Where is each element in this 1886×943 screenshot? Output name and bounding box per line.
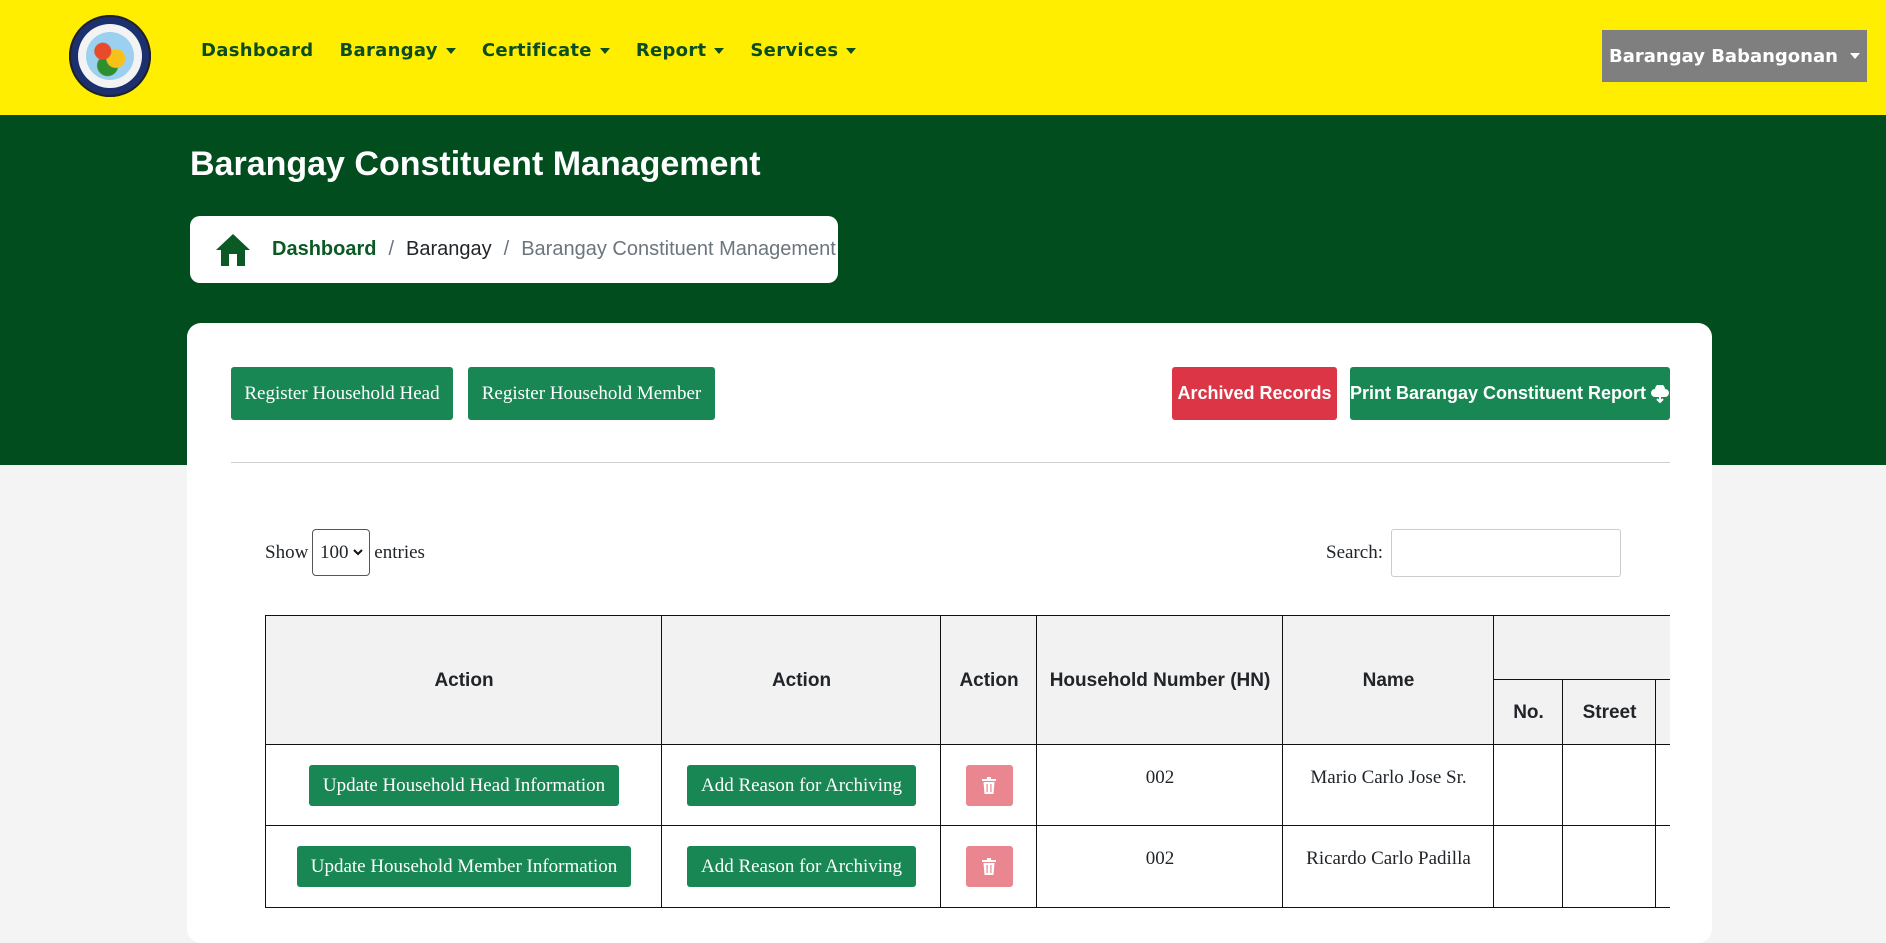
constituents-table: Action Action Action Household Number (H… [265,615,1670,908]
search-input[interactable] [1391,529,1621,577]
header-label: No. [1513,701,1544,723]
trash-icon [982,777,996,794]
caret-down-icon [846,48,857,54]
table-row-cell-street [1562,744,1657,827]
user-menu-button[interactable]: Barangay Babangonan [1602,30,1867,82]
breadcrumb: Dashboard / Barangay / Barangay Constitu… [190,216,838,283]
register-household-head-button[interactable]: Register Household Head [231,367,453,420]
header-label: Household Number (HN) [1049,669,1271,691]
header-action-update[interactable]: Action [265,615,663,746]
update-label: Update Household Head Information [322,774,606,796]
table-row-cell-name: Mario Carlo Jose Sr. [1282,744,1495,827]
household-number: 002 [1145,848,1175,869]
search-label: Search: [1326,542,1383,563]
caret-down-icon [445,48,456,54]
header-address-group [1493,615,1670,681]
breadcrumb-barangay[interactable]: Barangay [406,238,492,261]
update-household-member-button[interactable]: Update Household Member Information [296,846,632,887]
table-row-cell-street [1562,825,1657,908]
nav-dashboard-label: Dashboard [201,40,314,61]
nav-barangay-label: Barangay [339,40,438,61]
caret-down-icon [599,48,610,54]
print-report-label: Print Barangay Constituent Report [1350,383,1647,403]
header-action-delete[interactable]: Action [940,615,1038,746]
header-label: Action [959,669,1019,691]
update-label: Update Household Member Information [310,855,618,877]
home-icon [216,233,250,266]
entries-length-control: Show 100 entries [265,529,425,576]
toolbar-divider [231,462,1670,463]
table-row-cell-hn: 002 [1036,744,1284,827]
constituent-name: Ricardo Carlo Padilla [1306,848,1471,869]
entries-label: entries [374,541,425,563]
constituent-name: Mario Carlo Jose Sr. [1310,767,1467,788]
table-row-cell [940,825,1038,908]
header-label: Name [1362,669,1415,691]
header-address-no[interactable]: No. [1493,679,1564,746]
delete-button[interactable] [965,765,1013,806]
update-household-head-button[interactable]: Update Household Head Information [308,765,620,806]
nav-dashboard[interactable]: Dashboard [201,40,313,61]
nav-services[interactable]: Services [750,40,857,61]
page-title: Barangay Constituent Management [190,145,761,183]
table-row-cell-no [1493,825,1564,908]
header-address-street[interactable]: Street [1562,679,1657,746]
register-household-member-label: Register Household Member [481,382,702,404]
entries-select-value: 100 [320,541,349,563]
table-row-cell: Add Reason for Archiving [661,744,942,827]
entries-select[interactable]: 100 [312,529,371,576]
seal-emblem [86,32,134,80]
table-row-cell: Update Household Head Information [265,744,663,827]
show-label: Show [265,541,309,563]
nav-report-label: Report [635,40,707,61]
header-address-more [1655,679,1670,746]
nav-certificate[interactable]: Certificate [482,40,610,61]
nav-services-label: Services [750,40,839,61]
header-label: Street [1582,701,1637,723]
add-archive-reason-button[interactable]: Add Reason for Archiving [686,846,917,887]
breadcrumb-dashboard[interactable]: Dashboard [272,238,376,261]
top-navbar: Dashboard Barangay Certificate Report Se… [0,0,1886,115]
cloud-download-icon [1651,384,1670,403]
nav-links: Dashboard Barangay Certificate Report Se… [201,40,857,61]
header-household-number[interactable]: Household Number (HN) [1036,615,1284,746]
archive-label: Add Reason for Archiving [700,855,903,877]
nav-report[interactable]: Report [636,40,725,61]
chevron-down-icon [352,549,363,556]
household-number: 002 [1145,767,1175,788]
municipal-seal-logo[interactable] [69,15,151,97]
nav-barangay[interactable]: Barangay [339,40,456,61]
caret-down-icon [714,48,725,54]
breadcrumb-separator: / [388,238,395,260]
table-row-cell-more [1655,825,1670,908]
archived-records-label: Archived Records [1177,383,1332,403]
print-report-button[interactable]: Print Barangay Constituent Report [1350,367,1670,420]
table-row-cell: Update Household Member Information [265,825,663,908]
header-name[interactable]: Name [1282,615,1495,746]
archive-label: Add Reason for Archiving [700,774,903,796]
register-household-member-button[interactable]: Register Household Member [468,367,715,420]
user-menu-label: Barangay Babangonan [1609,45,1838,67]
table-row-cell-no [1493,744,1564,827]
add-archive-reason-button[interactable]: Add Reason for Archiving [686,765,917,806]
trash-icon [982,858,996,875]
nav-certificate-label: Certificate [481,40,592,61]
breadcrumb-separator: / [503,238,510,260]
header-label: Action [771,669,832,691]
table-row-cell-name: Ricardo Carlo Padilla [1282,825,1495,908]
header-label: Action [434,669,494,691]
table-row-cell: Add Reason for Archiving [661,825,942,908]
table-row-cell-hn: 002 [1036,825,1284,908]
header-action-archive[interactable]: Action [661,615,942,746]
delete-button[interactable] [965,846,1013,887]
caret-down-icon [1849,53,1860,59]
archived-records-button[interactable]: Archived Records [1172,367,1337,420]
table-row-cell [940,744,1038,827]
table-row-cell-more [1655,744,1670,827]
breadcrumb-current: Barangay Constituent Management [521,238,836,260]
register-household-head-label: Register Household Head [244,382,440,404]
